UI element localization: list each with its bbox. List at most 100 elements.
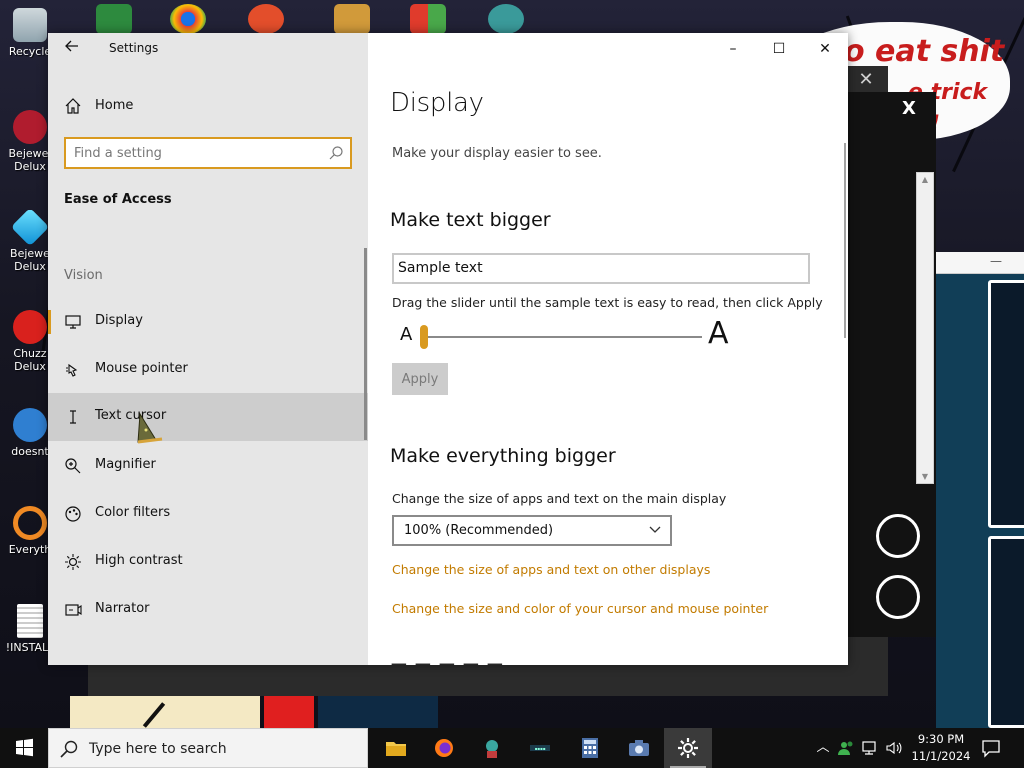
apply-button[interactable]: Apply	[392, 363, 448, 395]
game-round-button[interactable]	[876, 514, 920, 558]
slider-max-label: A	[708, 316, 729, 351]
text-cursor-icon	[70, 410, 76, 424]
background-strip	[70, 696, 450, 728]
title-bar: Settings	[48, 33, 368, 65]
game-scrollbar[interactable]: ▲ ▼	[916, 172, 934, 484]
game-close-icon[interactable]: X	[902, 98, 916, 119]
show-hidden-icons-chevron-icon[interactable]: ︿	[813, 738, 833, 758]
nav-item-mouse-pointer[interactable]: Mouse pointer	[48, 346, 368, 394]
window-title: Settings	[109, 41, 159, 55]
firefox-icon	[435, 739, 453, 757]
nav-item-color-filters[interactable]: Color filters	[48, 490, 368, 538]
game-card[interactable]	[988, 280, 1024, 528]
blue-orb-icon	[13, 408, 47, 442]
scale-dropdown[interactable]: 100% (Recommended)	[392, 515, 672, 546]
nav-item-high-contrast[interactable]: High contrast	[48, 538, 368, 586]
custom-mouse-cursor-icon	[137, 412, 163, 444]
action-center-icon[interactable]	[980, 737, 1002, 759]
text-size-slider-track[interactable]	[422, 336, 702, 338]
nav-item-label: Display	[95, 313, 143, 328]
minimize-icon[interactable]: —	[990, 254, 1002, 268]
chevron-down-icon	[649, 526, 661, 533]
settings-window: Settings Home Ease of Access Vision Disp…	[48, 33, 848, 665]
cursor-size-link[interactable]: Change the size and color of your cursor…	[392, 601, 768, 616]
make-everything-bigger-heading: Make everything bigger	[390, 445, 616, 467]
nav-home[interactable]: Home	[48, 88, 368, 124]
background-image	[318, 696, 438, 728]
taskbar-camera[interactable]	[615, 728, 663, 768]
nav-item-label: Mouse pointer	[95, 361, 188, 376]
windows-logo-icon	[16, 738, 33, 757]
clock[interactable]: 9:30 PM 11/1/2024	[910, 731, 972, 765]
taskbar-calculator[interactable]	[566, 728, 614, 768]
nav-item-narrator[interactable]: Narrator	[48, 586, 368, 634]
volume-icon[interactable]	[884, 738, 904, 758]
nav-item-magnifier[interactable]: Magnifier	[48, 442, 368, 490]
nav-item-text-cursor[interactable]: Text cursor	[48, 393, 368, 441]
search-icon	[60, 740, 78, 758]
nav-item-label: Color filters	[95, 505, 171, 520]
nav-group-label: Vision	[64, 268, 103, 283]
minimize-button[interactable]: –	[710, 33, 756, 65]
other-displays-link[interactable]: Change the size of apps and text on othe…	[392, 562, 710, 577]
taskbar-firefox[interactable]	[420, 728, 468, 768]
find-setting-search[interactable]	[64, 137, 352, 169]
page-subtitle: Make your display easier to see.	[392, 146, 602, 161]
slider-min-label: A	[400, 324, 413, 345]
back-button[interactable]	[58, 37, 86, 61]
calculator-icon	[582, 738, 598, 758]
recycle-bin-icon	[13, 8, 47, 42]
scroll-up-icon[interactable]: ▲	[917, 175, 933, 184]
users-app-icon[interactable]	[96, 4, 132, 34]
taskbar-game-character[interactable]	[468, 728, 516, 768]
camera-icon	[629, 740, 649, 756]
bejeweled-icon	[13, 110, 47, 144]
close-button[interactable]: ✕	[802, 33, 848, 65]
network-icon[interactable]	[860, 738, 880, 758]
start-button[interactable]	[0, 728, 48, 768]
taskbar-app[interactable]: ▪▪▪▪	[516, 728, 564, 768]
nav-scrollbar[interactable]	[364, 248, 367, 440]
make-text-bigger-heading: Make text bigger	[390, 209, 551, 231]
nav-item-label: High contrast	[95, 553, 183, 568]
game-round-button[interactable]	[876, 575, 920, 619]
settings-nav-pane: Settings Home Ease of Access Vision Disp…	[48, 33, 368, 665]
home-icon	[65, 98, 81, 114]
desktop-icon-label: Bejewe Delux	[10, 247, 50, 273]
sample-text-preview: Sample text	[392, 253, 810, 284]
text-size-slider-thumb[interactable]	[420, 325, 428, 349]
character-icon[interactable]	[488, 4, 524, 34]
ethernet-icon	[862, 741, 876, 755]
clock-time: 9:30 PM	[917, 732, 965, 746]
nav-item-display[interactable]: Display	[48, 298, 368, 346]
app-icon[interactable]	[334, 4, 370, 34]
taskbar-file-explorer[interactable]	[372, 728, 420, 768]
taskbar-settings[interactable]	[664, 728, 712, 768]
nav-item-label: Magnifier	[95, 457, 156, 472]
diamond-icon	[10, 210, 50, 247]
nav-home-label: Home	[95, 98, 134, 113]
scroll-down-icon[interactable]: ▼	[917, 472, 933, 481]
desktop-icon-label: Bejewel Delux	[8, 147, 52, 173]
game-titlebar: —	[936, 252, 1024, 274]
app-icon[interactable]	[248, 4, 284, 34]
everything-search-icon	[13, 506, 47, 540]
folder-icon	[386, 742, 406, 756]
app-icon[interactable]	[410, 4, 446, 34]
high-contrast-icon	[65, 554, 81, 570]
search-icon[interactable]	[328, 145, 344, 161]
desktop-icon-label: !INSTALL	[5, 641, 55, 654]
taskbar-search[interactable]: Type here to search	[48, 728, 368, 768]
chrome-icon[interactable]	[170, 4, 206, 34]
sample-text: Sample text	[398, 260, 483, 276]
game-card[interactable]	[988, 536, 1024, 728]
game-character-icon	[486, 740, 498, 758]
settings-content-pane: – ☐ ✕ Display Make your display easier t…	[368, 33, 848, 665]
background-window-close-icon[interactable]: ✕	[856, 70, 876, 90]
content-scrollbar[interactable]	[844, 143, 846, 338]
users-tray-icon[interactable]	[836, 738, 856, 758]
maximize-button[interactable]: ☐	[756, 33, 802, 65]
search-input[interactable]	[74, 144, 324, 162]
monitor-icon	[65, 315, 81, 329]
scale-label: Change the size of apps and text on the …	[392, 491, 727, 506]
